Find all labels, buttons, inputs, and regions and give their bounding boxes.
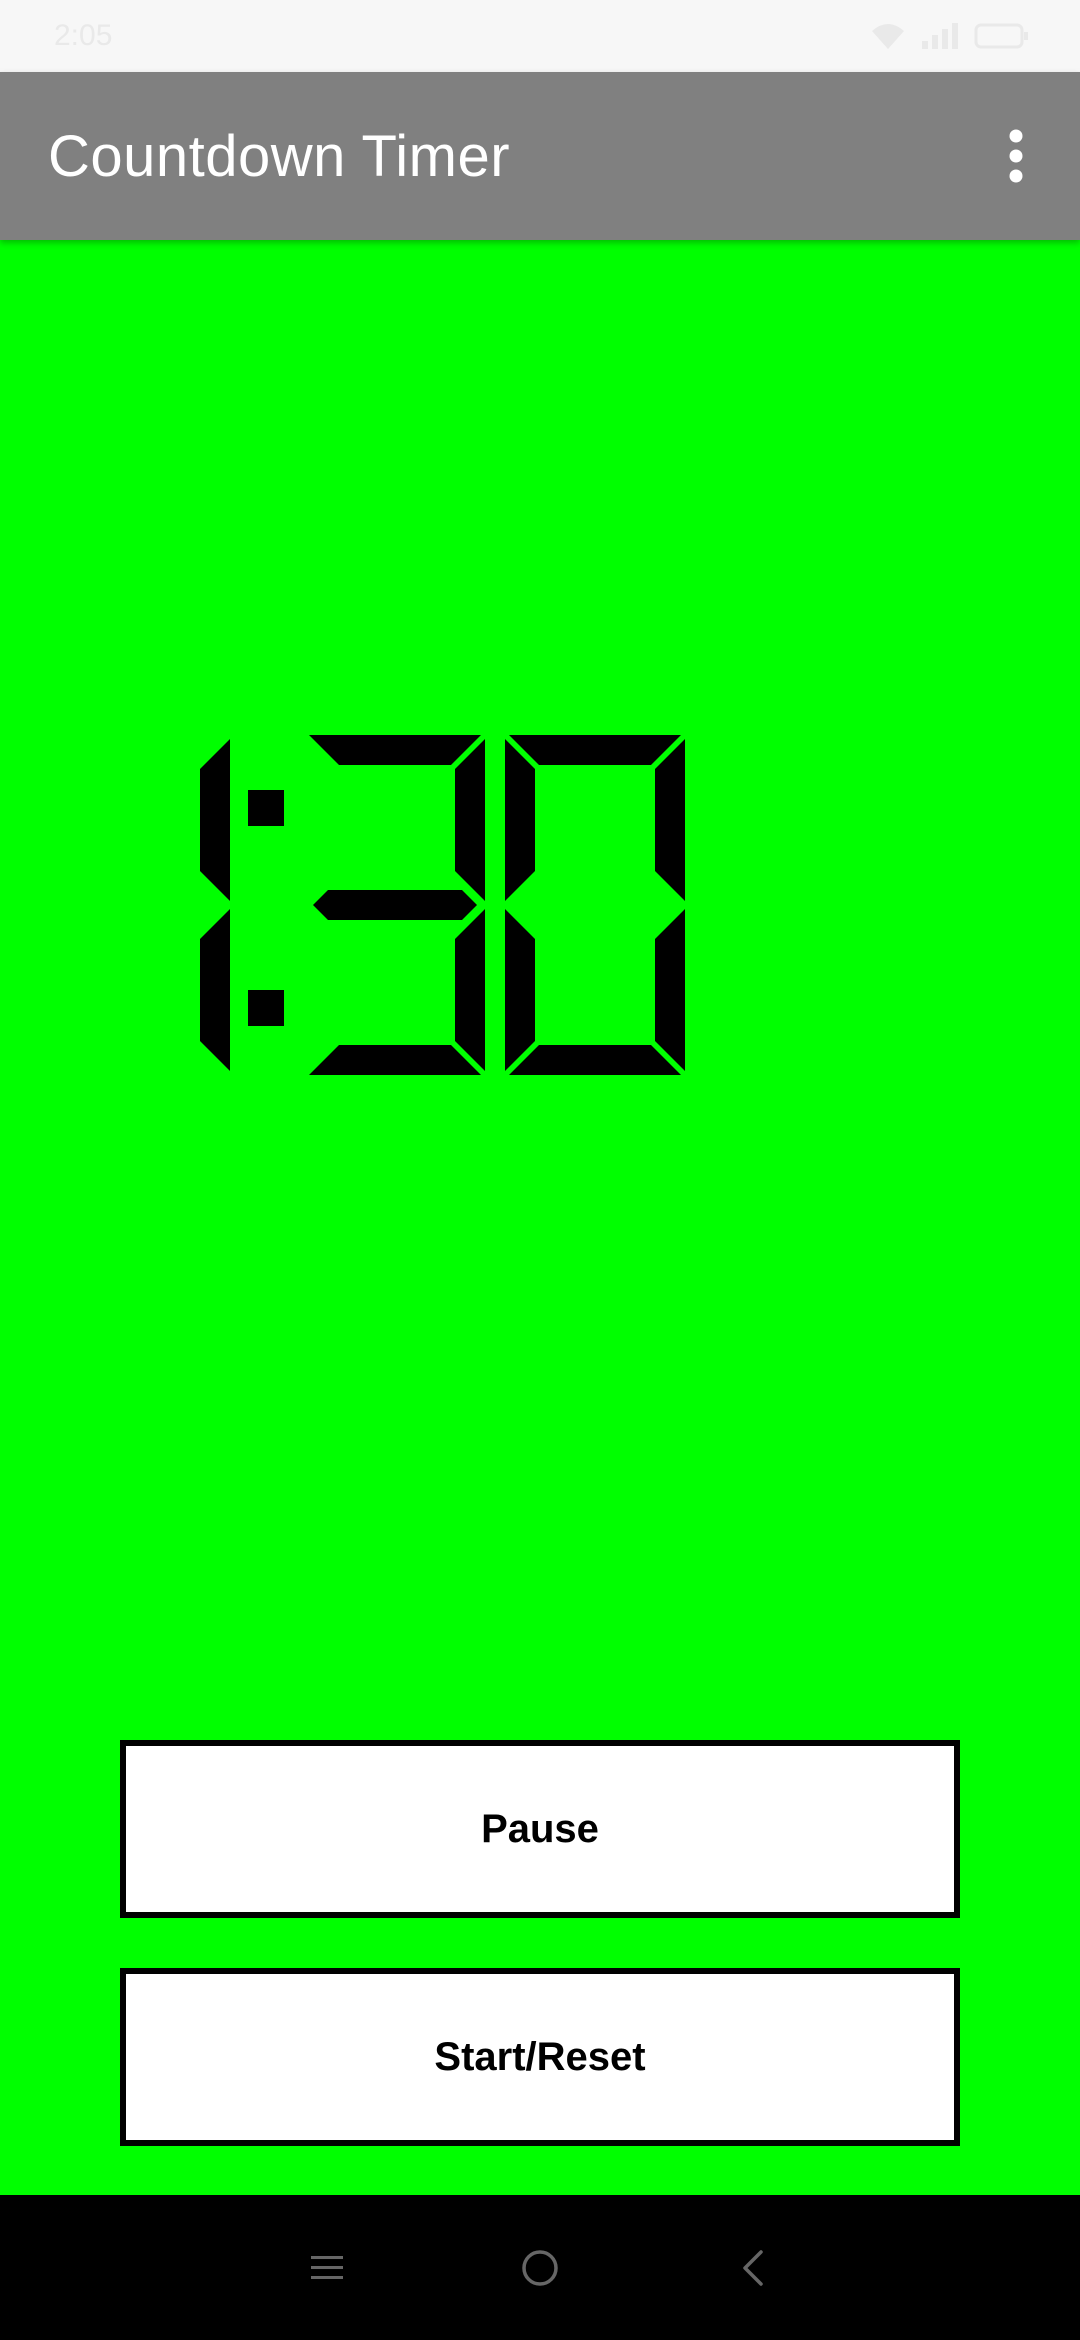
status-icons — [870, 21, 1030, 51]
segment-b — [200, 739, 230, 901]
timer-area — [0, 240, 1080, 1740]
segment-c — [655, 909, 685, 1071]
timer-colon — [248, 790, 284, 1026]
segment-b — [455, 739, 485, 901]
segment-f — [505, 739, 535, 901]
pause-button[interactable]: Pause — [120, 1740, 960, 1918]
segment-a — [509, 735, 681, 765]
navigation-bar — [0, 2195, 1080, 2340]
segment-d — [309, 1045, 481, 1075]
segment-c — [455, 909, 485, 1071]
home-icon — [522, 2249, 558, 2286]
colon-dot-1 — [248, 790, 284, 826]
timer-digit-2 — [505, 735, 685, 1075]
segment-d — [509, 1045, 681, 1075]
app-title: Countdown Timer — [48, 123, 511, 189]
start-reset-button[interactable]: Start/Reset — [120, 1968, 960, 2146]
signal-icon — [920, 21, 960, 51]
seven-segment-clock — [200, 735, 685, 1075]
status-bar: 2:05 — [0, 0, 1080, 72]
segment-a — [309, 735, 481, 765]
segment-b — [655, 739, 685, 901]
timer-digit-0 — [200, 739, 230, 1071]
back-icon — [743, 2249, 764, 2286]
battery-icon — [974, 21, 1030, 51]
more-vert-icon — [1009, 129, 1023, 183]
status-time: 2:05 — [54, 19, 113, 52]
colon-dot-2 — [248, 990, 284, 1026]
home-button[interactable] — [500, 2228, 580, 2308]
segment-c — [200, 909, 230, 1071]
wifi-icon — [870, 21, 906, 51]
timer-digit-1 — [309, 735, 485, 1075]
recents-button[interactable] — [287, 2228, 367, 2308]
back-button[interactable] — [713, 2228, 793, 2308]
segment-g — [313, 890, 477, 920]
app-bar: Countdown Timer — [0, 72, 1080, 240]
app-screen: 2:05 Countdown Timer Pause Start/Reset — [0, 0, 1080, 2340]
recents-icon — [310, 2255, 343, 2279]
segment-e — [505, 909, 535, 1071]
timer-display — [190, 735, 920, 1085]
more-options-button[interactable] — [980, 108, 1052, 204]
